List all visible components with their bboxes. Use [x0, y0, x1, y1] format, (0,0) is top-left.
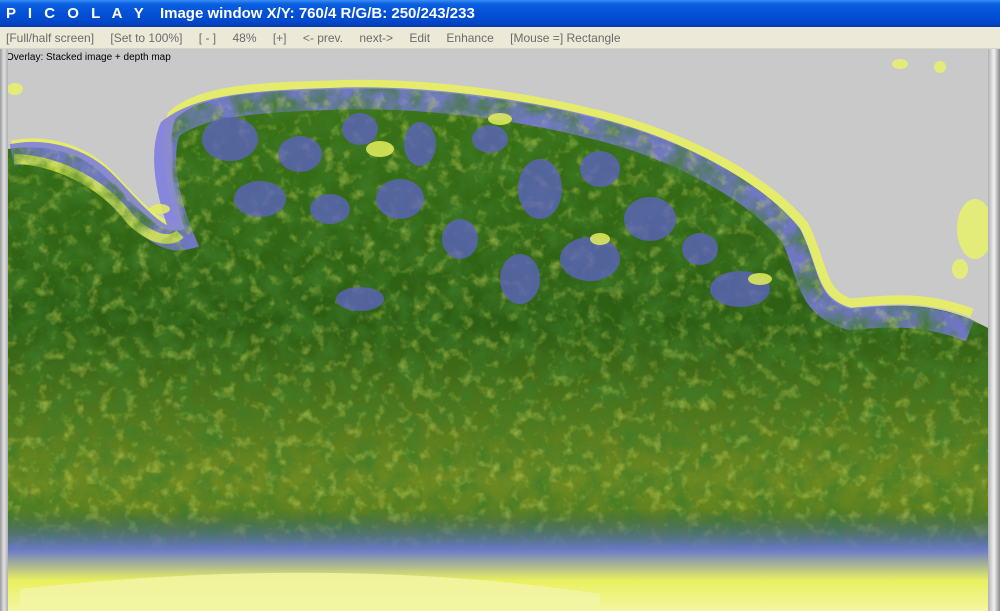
image-canvas[interactable]: Overlay: Stacked image + depth map: [0, 49, 1000, 611]
menu-next[interactable]: next->: [359, 31, 393, 45]
menu-prev[interactable]: <- prev.: [303, 31, 343, 45]
menu-full-half-screen[interactable]: [Full/half screen]: [6, 31, 94, 45]
right-frame: [988, 49, 1000, 611]
stacked-image: [7, 59, 993, 611]
menu-mouse-mode[interactable]: [Mouse =] Rectangle: [510, 31, 620, 45]
menu-set-to-100[interactable]: [Set to 100%]: [110, 31, 182, 45]
overlay-label: Overlay: Stacked image + depth map: [6, 52, 171, 63]
left-frame: [0, 49, 8, 611]
menu-enhance[interactable]: Enhance: [446, 31, 493, 45]
menu-bar: [Full/half screen] [Set to 100%] [ - ] 4…: [0, 27, 1000, 49]
window-info: Image window X/Y: 760/4 R/G/B: 250/243/2…: [159, 5, 475, 22]
menu-zoom-in[interactable]: [+]: [273, 31, 287, 45]
menu-zoom-out[interactable]: [ - ]: [199, 31, 216, 45]
zoom-level: 48%: [232, 31, 257, 45]
menu-edit[interactable]: Edit: [409, 31, 430, 45]
title-bar: P I C O L A Y Image window X/Y: 760/4 R/…: [0, 0, 1000, 27]
app-name: P I C O L A Y: [6, 5, 148, 22]
